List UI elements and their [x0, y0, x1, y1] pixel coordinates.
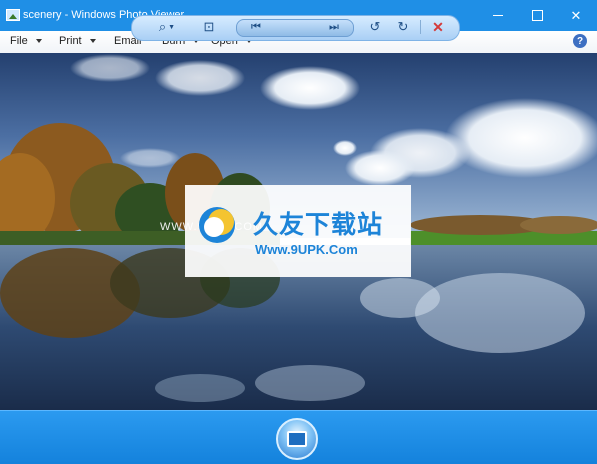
dropdown-arrow-icon: [89, 39, 96, 43]
watermark-chinese-text: 久友下载站: [253, 210, 384, 239]
dropdown-arrow-icon: [35, 39, 42, 43]
minimize-button[interactable]: [478, 0, 518, 31]
zoom-icon: ⌕: [158, 19, 167, 34]
menu-file[interactable]: File: [10, 35, 42, 47]
watermark-url-text: Www.9UPK.Com: [255, 242, 358, 257]
menu-print[interactable]: Print: [59, 35, 96, 47]
fit-window-icon: ⊡: [203, 19, 215, 34]
delete-button[interactable]: ✕: [428, 15, 448, 39]
previous-button[interactable]: ⏮: [240, 15, 272, 39]
help-icon[interactable]: ?: [573, 34, 587, 48]
maximize-button[interactable]: [517, 0, 557, 31]
close-button[interactable]: ✕: [556, 0, 596, 31]
actual-size-button[interactable]: ⊡: [197, 15, 221, 39]
photo-viewer-app-icon[interactable]: [6, 9, 20, 21]
close-icon: ✕: [570, 7, 582, 23]
zoom-button[interactable]: ⌕ ▼: [152, 15, 182, 39]
delete-icon: ✕: [432, 18, 444, 35]
watermark-overlay: 久友下载站 Www.9UPK.Com: [185, 185, 411, 277]
menu-file-label: File: [10, 35, 28, 47]
minimize-icon: [493, 15, 503, 16]
previous-icon: ⏮: [251, 20, 261, 33]
zoom-dropdown-arrow-icon: ▼: [168, 23, 176, 31]
slideshow-icon: [287, 431, 307, 447]
next-button[interactable]: ⏭: [318, 15, 350, 39]
maximize-icon: [531, 10, 543, 21]
slideshow-button[interactable]: [276, 418, 318, 460]
rotate-counterclockwise-icon: ↺: [369, 19, 381, 34]
rotate-clockwise-button[interactable]: ↻: [393, 15, 413, 39]
rotate-counterclockwise-button[interactable]: ↺: [365, 15, 385, 39]
next-icon: ⏭: [329, 20, 339, 33]
menu-print-label: Print: [59, 35, 82, 47]
watermark-logo-icon: [199, 207, 235, 243]
toolbar-divider: [420, 20, 421, 34]
rotate-clockwise-icon: ↻: [397, 19, 409, 34]
